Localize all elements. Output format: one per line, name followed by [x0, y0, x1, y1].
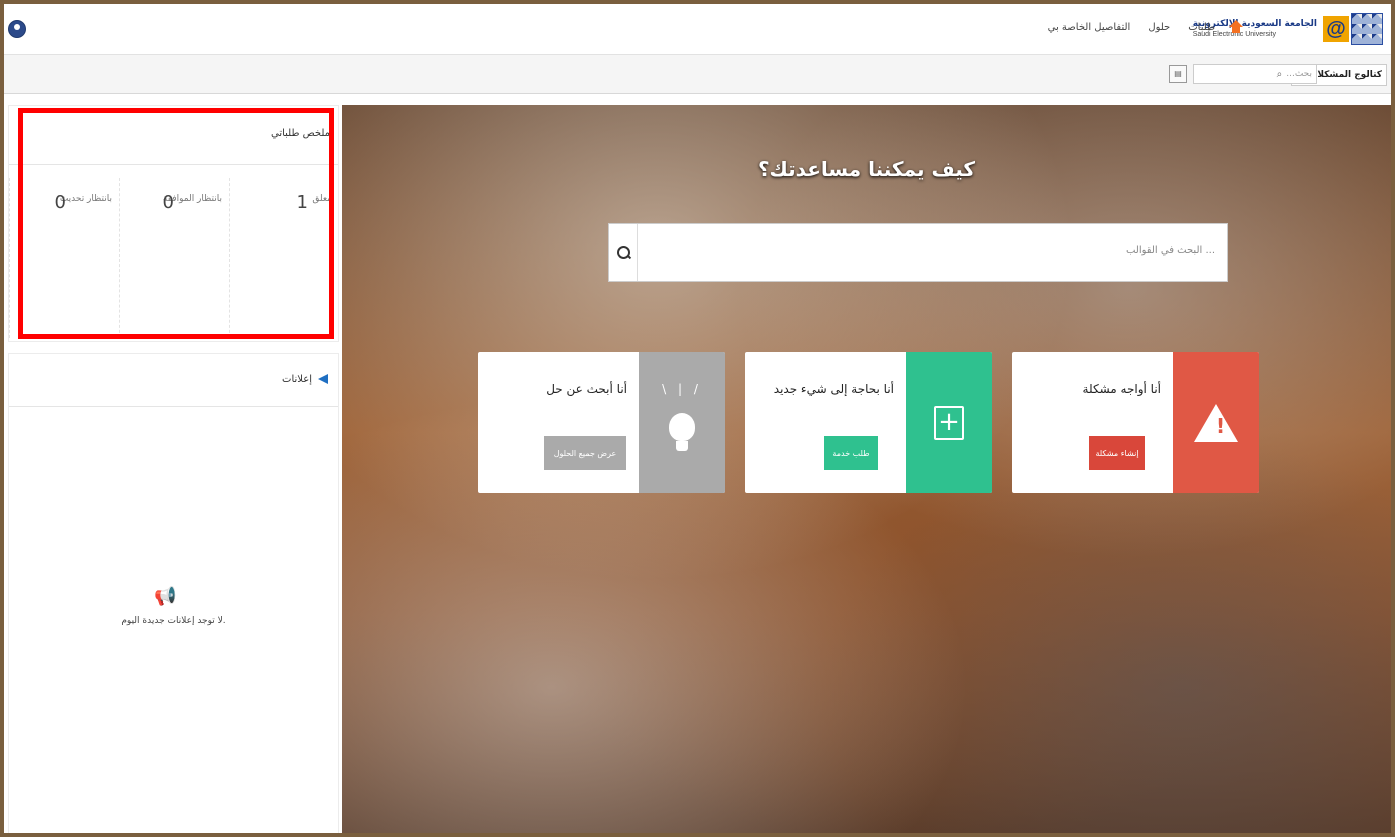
card-title: أنا أبحث عن حل	[546, 382, 627, 396]
request-service-button[interactable]: طلب خدمة	[824, 436, 878, 470]
card-title: أنا بحاجة إلى شيء جديد	[773, 382, 894, 396]
user-avatar-icon[interactable]	[8, 20, 26, 38]
nav-link-my-details[interactable]: التفاصيل الخاصة بي	[1048, 22, 1131, 33]
announcements-title: إعلانات	[282, 374, 312, 385]
card-title: أنا أواجه مشكلة	[1082, 382, 1161, 396]
megaphone-outline-icon: 📢	[154, 586, 177, 607]
knowledge-base-icon[interactable]: ▤	[1169, 65, 1187, 83]
card-find-solution[interactable]: \ | / أنا أبحث عن حل عرض جميع الحلول	[478, 352, 725, 493]
top-navigation: @ الجامعة السعودية الإلكترونية Saudi Ele…	[4, 4, 1391, 55]
megaphone-icon	[316, 374, 328, 385]
lightbulb-icon	[669, 412, 695, 451]
card-icon-box: +	[906, 352, 992, 493]
card-request-new[interactable]: + أنا بحاجة إلى شيء جديد طلب خدمة	[745, 352, 992, 493]
top-search-input[interactable]: بحث... ⌕	[1193, 64, 1317, 84]
hero-title: كيف يمكننا مساعدتك؟	[757, 157, 976, 181]
hero-search-button[interactable]	[609, 224, 638, 281]
announcements-empty-text: لا توجد إعلانات جديدة اليوم.	[121, 616, 226, 626]
announcements-header: إعلانات	[9, 354, 338, 407]
card-icon-box: !	[1173, 352, 1259, 493]
logo-at-icon: @	[1323, 16, 1349, 42]
home-icon[interactable]	[1229, 20, 1243, 34]
catalog-scope-label: كتالوج المشكلات	[1308, 70, 1382, 80]
plus-icon: +	[934, 405, 964, 440]
hero-section: كيف يمكننا مساعدتك؟ البحث في القوالب ...…	[342, 105, 1391, 833]
announcements-panel: إعلانات 📢 لا توجد إعلانات جديدة اليوم.	[8, 353, 339, 833]
card-icon-box: \ | /	[639, 352, 725, 493]
top-search-placeholder: بحث...	[1286, 69, 1312, 79]
nav-link-requests[interactable]: طلبات	[1188, 22, 1215, 33]
card-report-problem[interactable]: ! أنا أواجه مشكلة إنشاء مشكلة	[1012, 352, 1259, 493]
search-icon	[616, 246, 630, 259]
search-toolbar: كتالوج المشكلات ▼ بحث... ⌕ ▤	[4, 55, 1391, 94]
nav-links: طلبات حلول التفاصيل الخاصة بي	[1030, 20, 1243, 34]
app-window: @ الجامعة السعودية الإلكترونية Saudi Ele…	[4, 4, 1391, 833]
nav-link-solutions[interactable]: حلول	[1148, 22, 1170, 33]
hero-search-input[interactable]: البحث في القوالب ...	[608, 223, 1228, 282]
highlight-box	[18, 108, 334, 339]
logo-pattern-icon	[1351, 13, 1383, 45]
hero-search-placeholder: البحث في القوالب ...	[1125, 245, 1215, 256]
view-all-solutions-button[interactable]: عرض جميع الحلول	[544, 436, 626, 470]
search-icon: ⌕	[1276, 68, 1283, 80]
warning-icon: !	[1194, 403, 1238, 442]
light-rays-icon: \ | /	[662, 382, 702, 396]
create-problem-button[interactable]: إنشاء مشكلة	[1089, 436, 1145, 470]
